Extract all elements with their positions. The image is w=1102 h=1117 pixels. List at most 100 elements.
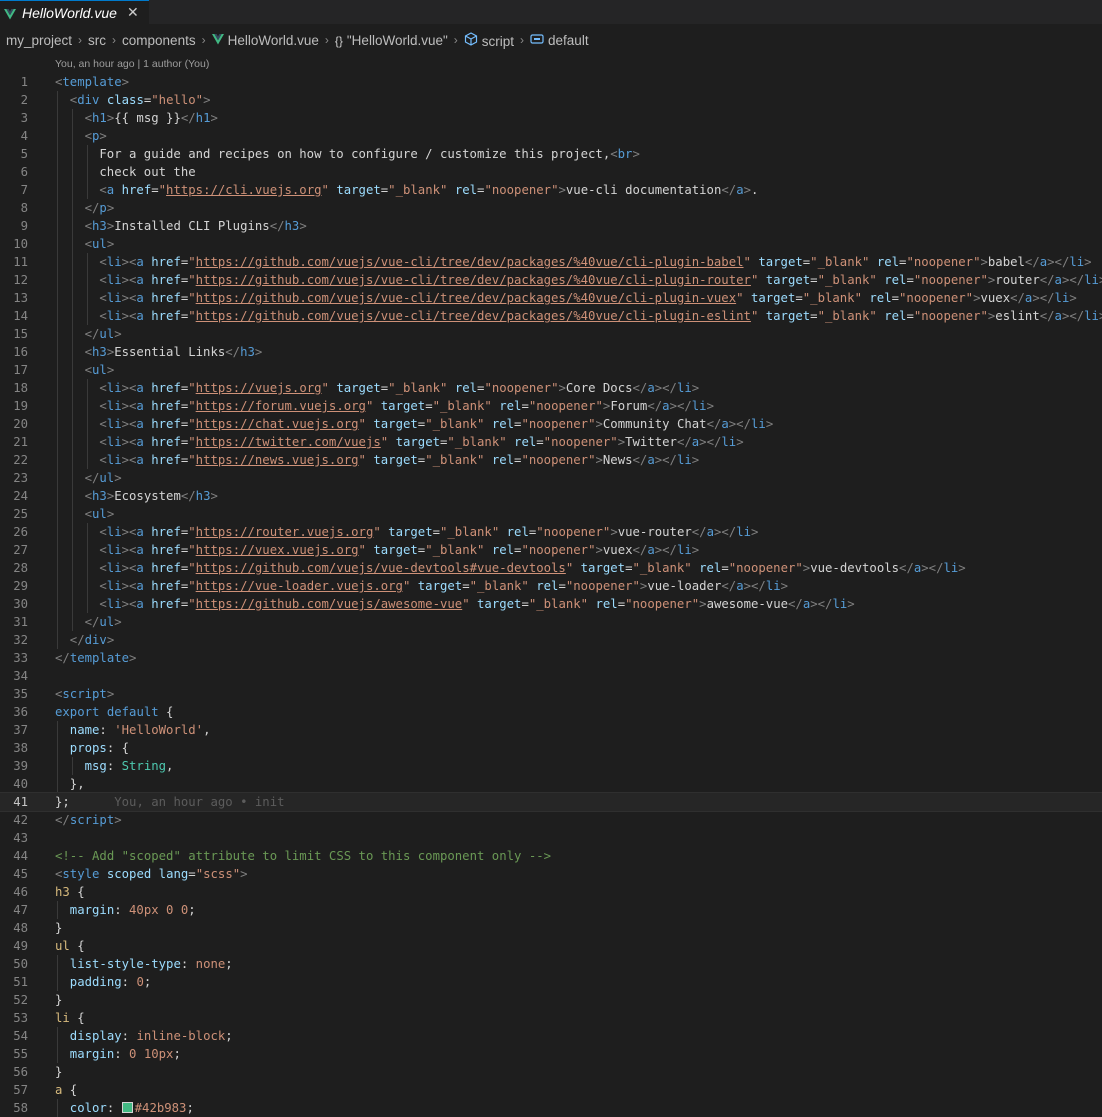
- breadcrumb-item[interactable]: src: [88, 33, 106, 48]
- code-content: <li><a href="https://chat.vuejs.org" tar…: [99, 415, 773, 433]
- attribute-name: rel: [884, 273, 907, 287]
- code-content: ul {: [55, 937, 85, 955]
- code-line[interactable]: 37 name: 'HelloWorld',: [0, 721, 1102, 739]
- color-swatch[interactable]: [121, 1102, 133, 1113]
- code-line[interactable]: 8 </p>: [0, 199, 1102, 217]
- code-line[interactable]: 17 <ul>: [0, 361, 1102, 379]
- code-line[interactable]: 44 <!-- Add "scoped" attribute to limit C…: [0, 847, 1102, 865]
- git-blame-header[interactable]: You, an hour ago | 1 author (You): [0, 56, 1102, 73]
- punctuation: ></: [1047, 255, 1070, 269]
- code-line[interactable]: 24 <h3>Ecosystem</h3>: [0, 487, 1102, 505]
- code-line[interactable]: 51 padding: 0;: [0, 973, 1102, 991]
- code-line[interactable]: 43: [0, 829, 1102, 847]
- code-line[interactable]: 22 <li><a href="https://news.vuejs.org" t…: [0, 451, 1102, 469]
- breadcrumb-item[interactable]: default: [530, 33, 589, 48]
- code-line[interactable]: 23 </ul>: [0, 469, 1102, 487]
- code-line[interactable]: 41}; You, an hour ago • init: [0, 792, 1102, 812]
- code-line[interactable]: 10 <ul>: [0, 235, 1102, 253]
- url-link[interactable]: https://forum.vuejs.org: [196, 399, 366, 413]
- code-line[interactable]: 15 </ul>: [0, 325, 1102, 343]
- code-line[interactable]: 39 msg: String,: [0, 757, 1102, 775]
- punctuation: >: [751, 525, 759, 539]
- code-line[interactable]: 26 <li><a href="https://router.vuejs.org"…: [0, 523, 1102, 541]
- code-line[interactable]: 30 <li><a href="https://github.com/vuejs/…: [0, 595, 1102, 613]
- url-link[interactable]: https://vuex.vuejs.org: [196, 543, 359, 557]
- code-line[interactable]: 20 <li><a href="https://chat.vuejs.org" t…: [0, 415, 1102, 433]
- code-line[interactable]: 25 <ul>: [0, 505, 1102, 523]
- url-link[interactable]: https://vue-loader.vuejs.org: [196, 579, 403, 593]
- tag-name: li: [106, 381, 122, 395]
- url-link[interactable]: https://github.com/vuejs/vue-cli/tree/de…: [196, 291, 736, 305]
- code-line[interactable]: 19 <li><a href="https://forum.vuejs.org" …: [0, 397, 1102, 415]
- code-line[interactable]: 28 <li><a href="https://github.com/vuejs/…: [0, 559, 1102, 577]
- code-editor[interactable]: 1 <template> 2 <div class="hello"> 3 <h1>{{ m…: [0, 73, 1102, 1117]
- code-line[interactable]: 47 margin: 40px 0 0;: [0, 901, 1102, 919]
- code-line[interactable]: 11 <li><a href="https://github.com/vuejs/…: [0, 253, 1102, 271]
- breadcrumb-item[interactable]: HelloWorld.vue: [211, 33, 319, 48]
- close-icon[interactable]: ✕: [127, 4, 139, 21]
- editor-tab-helloworld[interactable]: HelloWorld.vue ✕: [0, 0, 149, 24]
- code-line[interactable]: 55 margin: 0 10px;: [0, 1045, 1102, 1063]
- code-line[interactable]: 32 </div>: [0, 631, 1102, 649]
- line-number: 4: [20, 129, 28, 143]
- code-line[interactable]: 12 <li><a href="https://github.com/vuejs/…: [0, 271, 1102, 289]
- breadcrumb-item[interactable]: my_project: [6, 33, 72, 48]
- url-link[interactable]: https://github.com/vuejs/vue-cli/tree/de…: [196, 309, 751, 323]
- punctuation: >: [1069, 291, 1077, 305]
- code-line[interactable]: 38 props: {: [0, 739, 1102, 757]
- code-line[interactable]: 49 ul {: [0, 937, 1102, 955]
- code-line[interactable]: 52}: [0, 991, 1102, 1009]
- breadcrumb-item[interactable]: {} "HelloWorld.vue": [335, 33, 448, 48]
- code-line[interactable]: 42 </script>: [0, 811, 1102, 829]
- code-line[interactable]: 1 <template>: [0, 73, 1102, 91]
- code-line[interactable]: 13 <li><a href="https://github.com/vuejs/…: [0, 289, 1102, 307]
- code-line[interactable]: 2 <div class="hello">: [0, 91, 1102, 109]
- code-line[interactable]: 48}: [0, 919, 1102, 937]
- code-line[interactable]: 9 <h3>Installed CLI Plugins</h3>: [0, 217, 1102, 235]
- code-line[interactable]: 54 display: inline-block;: [0, 1027, 1102, 1045]
- code-line[interactable]: 53 li {: [0, 1009, 1102, 1027]
- string: "_blank": [425, 543, 485, 557]
- git-blame-inline[interactable]: You, an hour ago • init: [70, 795, 284, 809]
- url-link[interactable]: https://github.com/vuejs/vue-cli/tree/de…: [196, 273, 751, 287]
- code-line[interactable]: 45 <style scoped lang="scss">: [0, 865, 1102, 883]
- code-line[interactable]: 33 </template>: [0, 649, 1102, 667]
- breadcrumb-item[interactable]: components: [122, 33, 196, 48]
- code-line[interactable]: 16 <h3>Essential Links</h3>: [0, 343, 1102, 361]
- url-link[interactable]: https://cli.vuejs.org: [166, 183, 321, 197]
- url-link[interactable]: https://chat.vuejs.org: [196, 417, 359, 431]
- code-line[interactable]: 27 <li><a href="https://vuex.vuejs.org" t…: [0, 541, 1102, 559]
- code-line[interactable]: 46 h3 {: [0, 883, 1102, 901]
- code-line[interactable]: 56}: [0, 1063, 1102, 1081]
- breadcrumb-item[interactable]: script: [464, 31, 514, 49]
- url-link[interactable]: https://github.com/vuejs/vue-devtools#vu…: [196, 561, 566, 575]
- code-line[interactable]: 58 color: #42b983;: [0, 1099, 1102, 1117]
- code-line[interactable]: 6 check out the: [0, 163, 1102, 181]
- url-link[interactable]: https://news.vuejs.org: [196, 453, 359, 467]
- string: "noopener": [565, 579, 640, 593]
- code-line[interactable]: 40},: [0, 775, 1102, 793]
- indent-guide: [71, 253, 73, 271]
- code-line[interactable]: 31 </ul>: [0, 613, 1102, 631]
- url-link[interactable]: https://router.vuejs.org: [196, 525, 374, 539]
- code-line[interactable]: 3 <h1>{{ msg }}</h1>: [0, 109, 1102, 127]
- code-line[interactable]: 29 <li><a href="https://vue-loader.vuejs.…: [0, 577, 1102, 595]
- url-link[interactable]: https://vuejs.org: [196, 381, 322, 395]
- url-link[interactable]: https://github.com/vuejs/awesome-vue: [196, 597, 463, 611]
- url-link[interactable]: https://twitter.com/vuejs: [196, 435, 381, 449]
- code-line[interactable]: 21 <li><a href="https://twitter.com/vuejs…: [0, 433, 1102, 451]
- code-line[interactable]: 50 list-style-type: none;: [0, 955, 1102, 973]
- string: ": [188, 543, 196, 557]
- punctuation: <: [84, 489, 92, 503]
- url-link[interactable]: https://github.com/vuejs/vue-cli/tree/de…: [196, 255, 744, 269]
- code-line[interactable]: 35 <script>: [0, 685, 1102, 703]
- code-line[interactable]: 14 <li><a href="https://github.com/vuejs/…: [0, 307, 1102, 325]
- code-line[interactable]: 34: [0, 667, 1102, 685]
- code-line[interactable]: 57 a {: [0, 1081, 1102, 1099]
- code-line[interactable]: 5 For a guide and recipes on how to confi…: [0, 145, 1102, 163]
- code-line[interactable]: 18 <li><a href="https://vuejs.org" target…: [0, 379, 1102, 397]
- code-line[interactable]: 7 <a href="https://cli.vuejs.org" target=…: [0, 181, 1102, 199]
- tag-name: h3: [284, 219, 300, 233]
- code-line[interactable]: 36 export default {: [0, 703, 1102, 721]
- code-line[interactable]: 4 <p>: [0, 127, 1102, 145]
